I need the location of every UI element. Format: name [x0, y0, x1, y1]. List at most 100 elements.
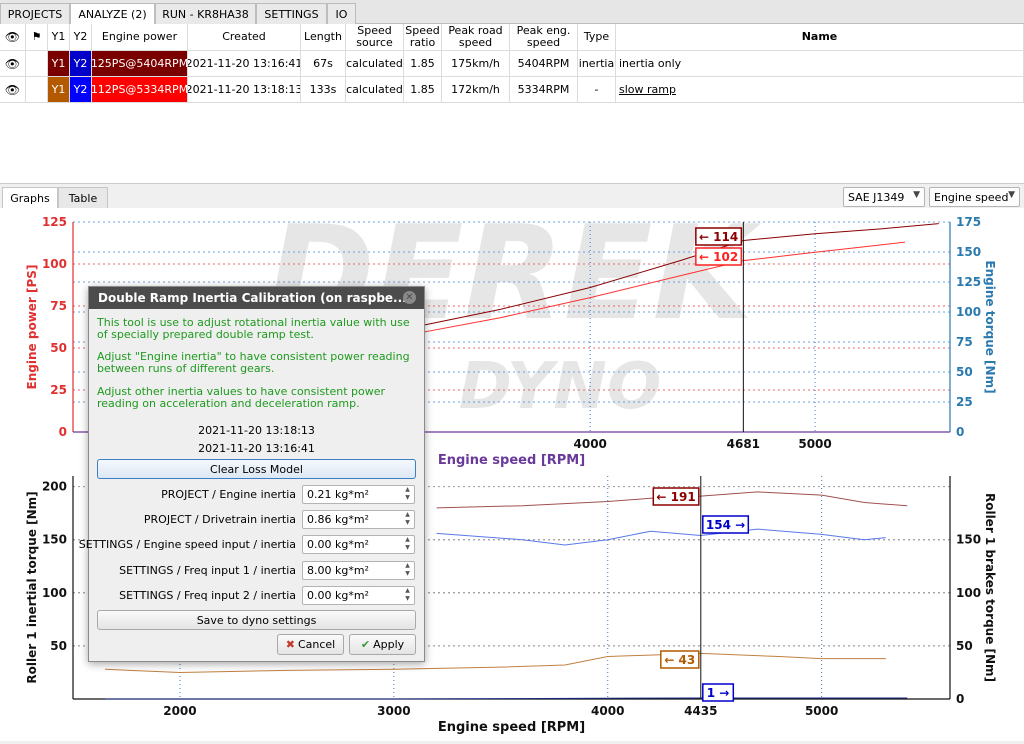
y1-toggle[interactable]: Y1	[48, 51, 70, 77]
run-name-cell[interactable]: slow ramp	[616, 77, 1024, 103]
tab-io[interactable]: IO	[327, 3, 356, 24]
run-date: 2021-11-20 13:16:41	[198, 442, 315, 455]
x-axis-label: Engine speed [RPM]	[438, 720, 585, 735]
visibility-toggle[interactable]: 👁	[0, 77, 26, 103]
spin-arrows-icon[interactable]: ▲ ▼	[403, 562, 412, 579]
x-tick-label: 3000	[377, 704, 410, 718]
clear-loss-model-button[interactable]: Clear Loss Model	[97, 459, 416, 479]
speed-ratio-header[interactable]: Speed ratio	[404, 24, 442, 51]
correction-standard-select[interactable]: SAE J1349 ▼	[843, 187, 925, 207]
chevron-down-icon: ▼	[1008, 190, 1015, 200]
length-header[interactable]: Length	[301, 24, 346, 51]
y-right-tick-label: 100	[956, 586, 981, 600]
cell-label: calculated	[346, 82, 403, 96]
tab-settings[interactable]: SETTINGS	[256, 3, 327, 24]
header-label: Peak road speed	[448, 24, 503, 49]
cell-label: 112PS@5334RPM	[92, 82, 188, 96]
visibility-toggle[interactable]: 👁	[0, 51, 26, 77]
header-label: Name	[801, 30, 838, 43]
peak-eng-speed-cell: 5404RPM	[510, 51, 578, 77]
created-header[interactable]: Created	[188, 24, 301, 51]
tab-table[interactable]: Table	[58, 187, 108, 208]
y2-toggle[interactable]: Y2	[70, 51, 92, 77]
engine-power-header[interactable]: Engine power	[92, 24, 188, 51]
run-name-cell[interactable]: inertia only	[616, 51, 1024, 77]
y1-toggle[interactable]: Y1	[48, 77, 70, 103]
cell-label: 1.85	[410, 56, 435, 70]
x-tick-label: 2000	[163, 704, 196, 718]
tab-label: PROJECTS	[7, 7, 63, 21]
field-label: SETTINGS / Freq input 1 / inertia	[119, 564, 296, 577]
x-tick-label: 4435	[684, 704, 717, 718]
cell-label: 125PS@5404RPM	[92, 56, 188, 70]
y-tick-label: 0	[59, 425, 67, 439]
header-label: Created	[222, 30, 266, 43]
speed-source-header[interactable]: Speed source	[346, 24, 404, 51]
eye-icon: 👁	[4, 30, 21, 44]
y-right-tick-label: 175	[956, 215, 981, 229]
y2-toggle[interactable]: Y2	[70, 77, 92, 103]
peak-eng-speed-header[interactable]: Peak eng. speed	[510, 24, 578, 51]
spin-arrows-icon[interactable]: ▲ ▼	[403, 486, 412, 503]
y-tick-label: 125	[42, 215, 67, 229]
engine-inertia-spinbox[interactable]: 0.21 kg*m² ▲ ▼	[302, 485, 415, 504]
apply-button[interactable]: ✔ Apply	[349, 634, 416, 655]
tab-graphs[interactable]: Graphs	[2, 187, 58, 208]
peak-road-speed-header[interactable]: Peak road speed	[442, 24, 510, 51]
peak-eng-speed-cell: 5334RPM	[510, 77, 578, 103]
freq-input-2-inertia-spinbox[interactable]: 0.00 kg*m² ▲ ▼	[302, 586, 415, 605]
y-axis-label: Roller 1 inertial torque [Nm]	[25, 491, 39, 683]
x-tick-label: 5000	[805, 704, 838, 718]
cell-label: 172km/h	[451, 82, 500, 96]
drivetrain-inertia-spinbox[interactable]: 0.86 kg*m² ▲ ▼	[302, 510, 415, 529]
save-to-dyno-settings-button[interactable]: Save to dyno settings	[97, 610, 416, 630]
freq-input-1-inertia-spinbox[interactable]: 8.00 kg*m² ▲ ▼	[302, 561, 415, 580]
type-cell: -	[578, 77, 616, 103]
check-icon: ✔	[360, 638, 371, 651]
cell-label: calculated	[346, 56, 403, 70]
main-tab-bar: PROJECTS ANALYZE (2) RUN - KR8HA38 SETTI…	[0, 0, 1024, 25]
cell-label: 5404RPM	[517, 56, 570, 70]
peak-road-speed-cell: 172km/h	[442, 77, 510, 103]
header-label: Y2	[73, 30, 88, 43]
spin-value: 0.86 kg*m²	[307, 513, 369, 526]
y-right-tick-label: 125	[956, 275, 981, 289]
type-header[interactable]: Type	[578, 24, 616, 51]
tab-run[interactable]: RUN - KR8HA38	[155, 3, 256, 24]
x-axis-select[interactable]: Engine speed ▼	[929, 187, 1020, 207]
spin-arrows-icon[interactable]: ▲ ▼	[403, 511, 412, 528]
y-axis-label: Engine power [PS]	[25, 265, 39, 390]
cancel-button[interactable]: ✖ Cancel	[277, 634, 344, 655]
dialog-title-bar[interactable]: Double Ramp Inertia Calibration (on rasp…	[89, 287, 424, 309]
cell-label: inertia	[578, 56, 615, 70]
cursor-value-label: ← 114	[699, 230, 738, 244]
dialog-description: Adjust "Engine inertia" to have consiste…	[97, 350, 410, 375]
created-cell: 2021-11-20 13:16:41	[188, 51, 301, 77]
cell-label: 2021-11-20 13:16:41	[188, 56, 301, 70]
y-right-tick-label: 150	[956, 245, 981, 259]
y-right-tick-label: 25	[956, 395, 973, 409]
name-header[interactable]: Name	[616, 24, 1024, 51]
dialog-description: This tool is use to adjust rotational in…	[97, 316, 410, 341]
cell-label: 2021-11-20 13:18:13	[188, 82, 301, 96]
select-value: SAE J1349	[848, 190, 905, 204]
flag-cell[interactable]	[26, 51, 48, 77]
close-icon[interactable]: ✕	[403, 291, 416, 304]
cursor-value-label: ← 43	[664, 653, 695, 667]
spin-arrows-icon[interactable]: ▲ ▼	[403, 587, 412, 604]
tab-projects[interactable]: PROJECTS	[0, 3, 70, 24]
spin-arrows-icon[interactable]: ▲ ▼	[403, 536, 412, 553]
speed-ratio-cell: 1.85	[404, 77, 442, 103]
x-tick-label: 4000	[591, 704, 624, 718]
y-right-tick-label: 50	[956, 365, 973, 379]
tab-label: IO	[335, 7, 348, 21]
tab-analyze[interactable]: ANALYZE (2)	[70, 3, 155, 25]
engine-speed-input-inertia-spinbox[interactable]: 0.00 kg*m² ▲ ▼	[302, 535, 415, 554]
tab-label: Graphs	[10, 191, 50, 205]
engine-power-cell: 125PS@5404RPM	[92, 51, 188, 77]
y-right-tick-label: 150	[956, 533, 981, 547]
flag-cell[interactable]	[26, 77, 48, 103]
spin-value: 8.00 kg*m²	[307, 564, 369, 577]
y-right-tick-label: 0	[956, 692, 964, 706]
button-label: Cancel	[297, 638, 336, 651]
